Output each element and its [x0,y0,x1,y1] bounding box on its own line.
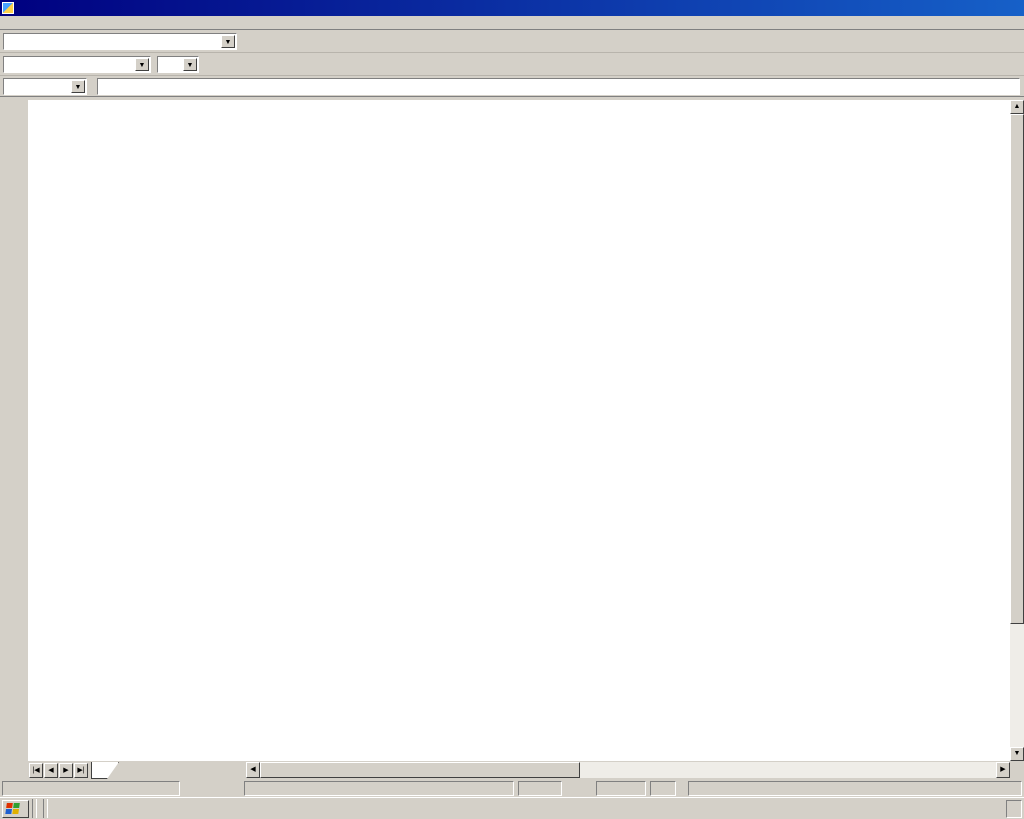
start-button[interactable] [2,800,29,818]
next-sheet-icon[interactable]: ▶ [59,763,73,778]
font-size-combo[interactable]: ▼ [157,56,199,73]
menu-bar [0,16,1024,30]
font-name-dropdown-icon[interactable]: ▼ [135,58,149,71]
font-size-dropdown-icon[interactable]: ▼ [183,58,197,71]
application-window: ▼ ▼ ▼ ▼ ▲ ▼ |◀ [0,0,1024,819]
prev-sheet-icon[interactable]: ◀ [44,763,58,778]
scroll-down-icon[interactable]: ▼ [1010,747,1024,761]
insert-mode-field [650,781,676,796]
system-tray [1006,800,1022,818]
horizontal-scroll-thumb[interactable] [260,762,580,778]
function-bar: ▼ [0,30,1024,53]
object-bar: ▼ ▼ [0,53,1024,76]
taskbar [0,797,1024,819]
sheet-tab[interactable] [91,762,119,779]
font-name-combo[interactable]: ▼ [3,56,151,73]
sheet-position-field [2,781,180,796]
zoom-field [518,781,562,796]
formula-bar: ▼ [0,76,1024,97]
spreadsheet-grid [28,100,1010,761]
scroll-left-icon[interactable]: ◀ [246,762,260,778]
vertical-scroll-thumb[interactable] [1010,114,1024,624]
formula-input[interactable] [97,78,1020,95]
main-toolbar [0,97,28,761]
url-dropdown-icon[interactable]: ▼ [221,35,235,48]
scroll-right-icon[interactable]: ▶ [996,762,1010,778]
name-box[interactable]: ▼ [3,78,87,95]
status-bar [0,780,1024,797]
tab-name-field [244,781,514,796]
horizontal-scrollbar[interactable]: ◀ ▶ [246,762,1010,778]
vertical-scrollbar[interactable]: ▲ ▼ [1010,100,1024,761]
name-box-dropdown-icon[interactable]: ▼ [71,80,85,93]
window-titlebar [0,0,1024,16]
first-sheet-icon[interactable]: |◀ [29,763,43,778]
scroll-up-icon[interactable]: ▲ [1010,100,1024,114]
app-icon [2,2,14,14]
windows-logo-icon [5,803,21,815]
mode-field [596,781,646,796]
sum-field [688,781,1022,796]
url-combo[interactable]: ▼ [3,33,237,50]
last-sheet-icon[interactable]: ▶| [74,763,88,778]
